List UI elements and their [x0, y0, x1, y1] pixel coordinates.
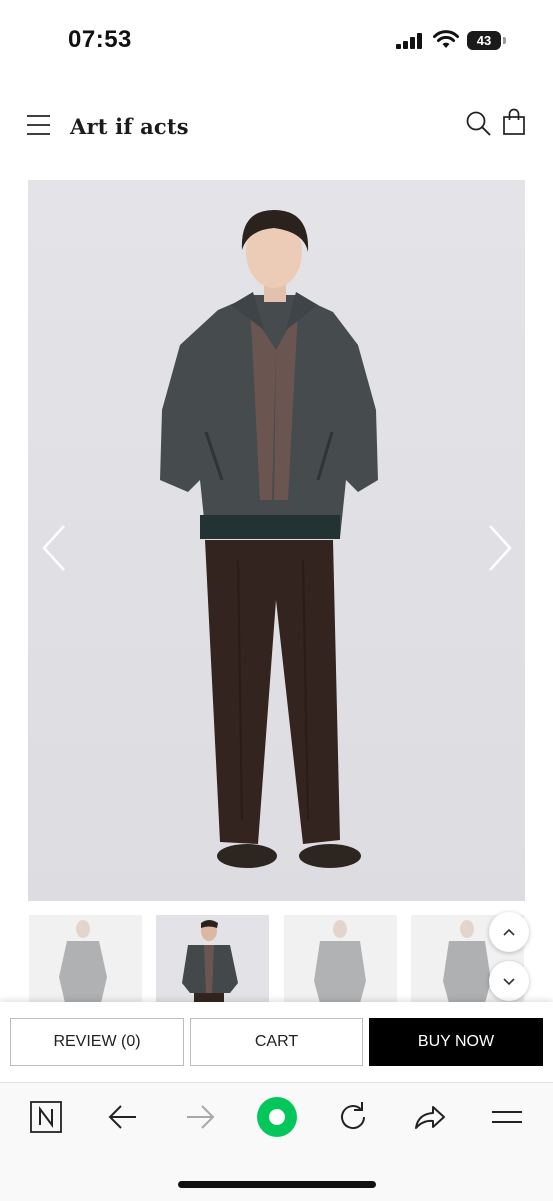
home-indicator: [178, 1181, 376, 1188]
chevron-right-icon[interactable]: [478, 518, 518, 578]
refresh-icon[interactable]: [333, 1097, 373, 1137]
scroll-down-button[interactable]: [489, 961, 529, 1001]
review-button[interactable]: REVIEW (0): [10, 1018, 184, 1066]
product-photo[interactable]: [28, 180, 525, 901]
buy-now-button[interactable]: BUY NOW: [369, 1018, 543, 1066]
chevron-up-icon: [503, 928, 515, 936]
menu-lines-icon[interactable]: [487, 1097, 527, 1137]
cellular-signal-icon: [396, 33, 422, 49]
scroll-up-button[interactable]: [489, 912, 529, 952]
product-thumbnail[interactable]: [29, 915, 142, 1003]
naver-n-icon[interactable]: [26, 1097, 66, 1137]
product-thumbnail[interactable]: [284, 915, 397, 1003]
chevron-left-icon[interactable]: [36, 518, 76, 578]
share-icon[interactable]: [410, 1097, 450, 1137]
hamburger-icon[interactable]: [26, 112, 52, 138]
green-dot-icon[interactable]: [256, 1096, 298, 1138]
search-icon[interactable]: [465, 110, 491, 136]
battery-icon: 43: [467, 31, 507, 51]
product-thumbnail-active[interactable]: [156, 915, 269, 1003]
battery-level: 43: [476, 33, 492, 48]
shopping-bag-icon[interactable]: [502, 108, 526, 136]
chevron-down-icon: [503, 978, 515, 986]
status-time: 07:53: [68, 26, 132, 53]
brand-logo[interactable]: Art if acts: [70, 114, 189, 139]
wifi-icon: [433, 30, 459, 48]
back-arrow-icon[interactable]: [103, 1097, 143, 1137]
cart-button[interactable]: CART: [190, 1018, 363, 1066]
forward-arrow-icon[interactable]: [180, 1097, 220, 1137]
